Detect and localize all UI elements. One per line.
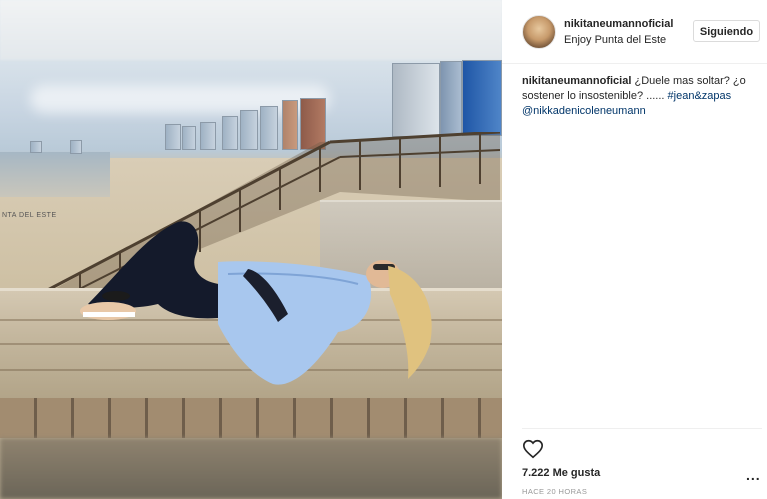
location-link[interactable]: Enjoy Punta del Este <box>564 34 666 46</box>
avatar[interactable] <box>522 15 556 49</box>
following-button[interactable]: Siguiendo <box>693 20 760 42</box>
post-header: nikitaneumannoficial Enjoy Punta del Est… <box>502 0 767 64</box>
photo-blur-bottom <box>0 438 502 499</box>
post-caption: nikitaneumannoficial ¿Duele mas soltar? … <box>522 74 757 119</box>
actions-divider <box>522 428 762 429</box>
mention-link[interactable]: @nikkadenicoleneumann <box>522 105 646 117</box>
beach-sign-text: NTA DEL ESTE <box>2 212 57 219</box>
caption-username[interactable]: nikitaneumannoficial <box>522 75 631 87</box>
post-timestamp[interactable]: HACE 20 HORAS <box>522 487 587 496</box>
boardwalk-floor <box>0 398 502 438</box>
post-sidebar: nikitaneumannoficial Enjoy Punta del Est… <box>502 0 767 499</box>
heart-icon[interactable] <box>522 438 544 460</box>
likes-count[interactable]: 7.222 Me gusta <box>522 467 600 479</box>
person-lying <box>80 221 432 385</box>
post-photo[interactable]: NTA DEL ESTE <box>0 0 502 499</box>
header-username[interactable]: nikitaneumannoficial <box>564 18 673 30</box>
photo-blur-top <box>0 0 502 60</box>
hashtag-link[interactable]: #jean&zapas <box>668 90 732 102</box>
more-options-icon[interactable]: ... <box>746 468 761 482</box>
